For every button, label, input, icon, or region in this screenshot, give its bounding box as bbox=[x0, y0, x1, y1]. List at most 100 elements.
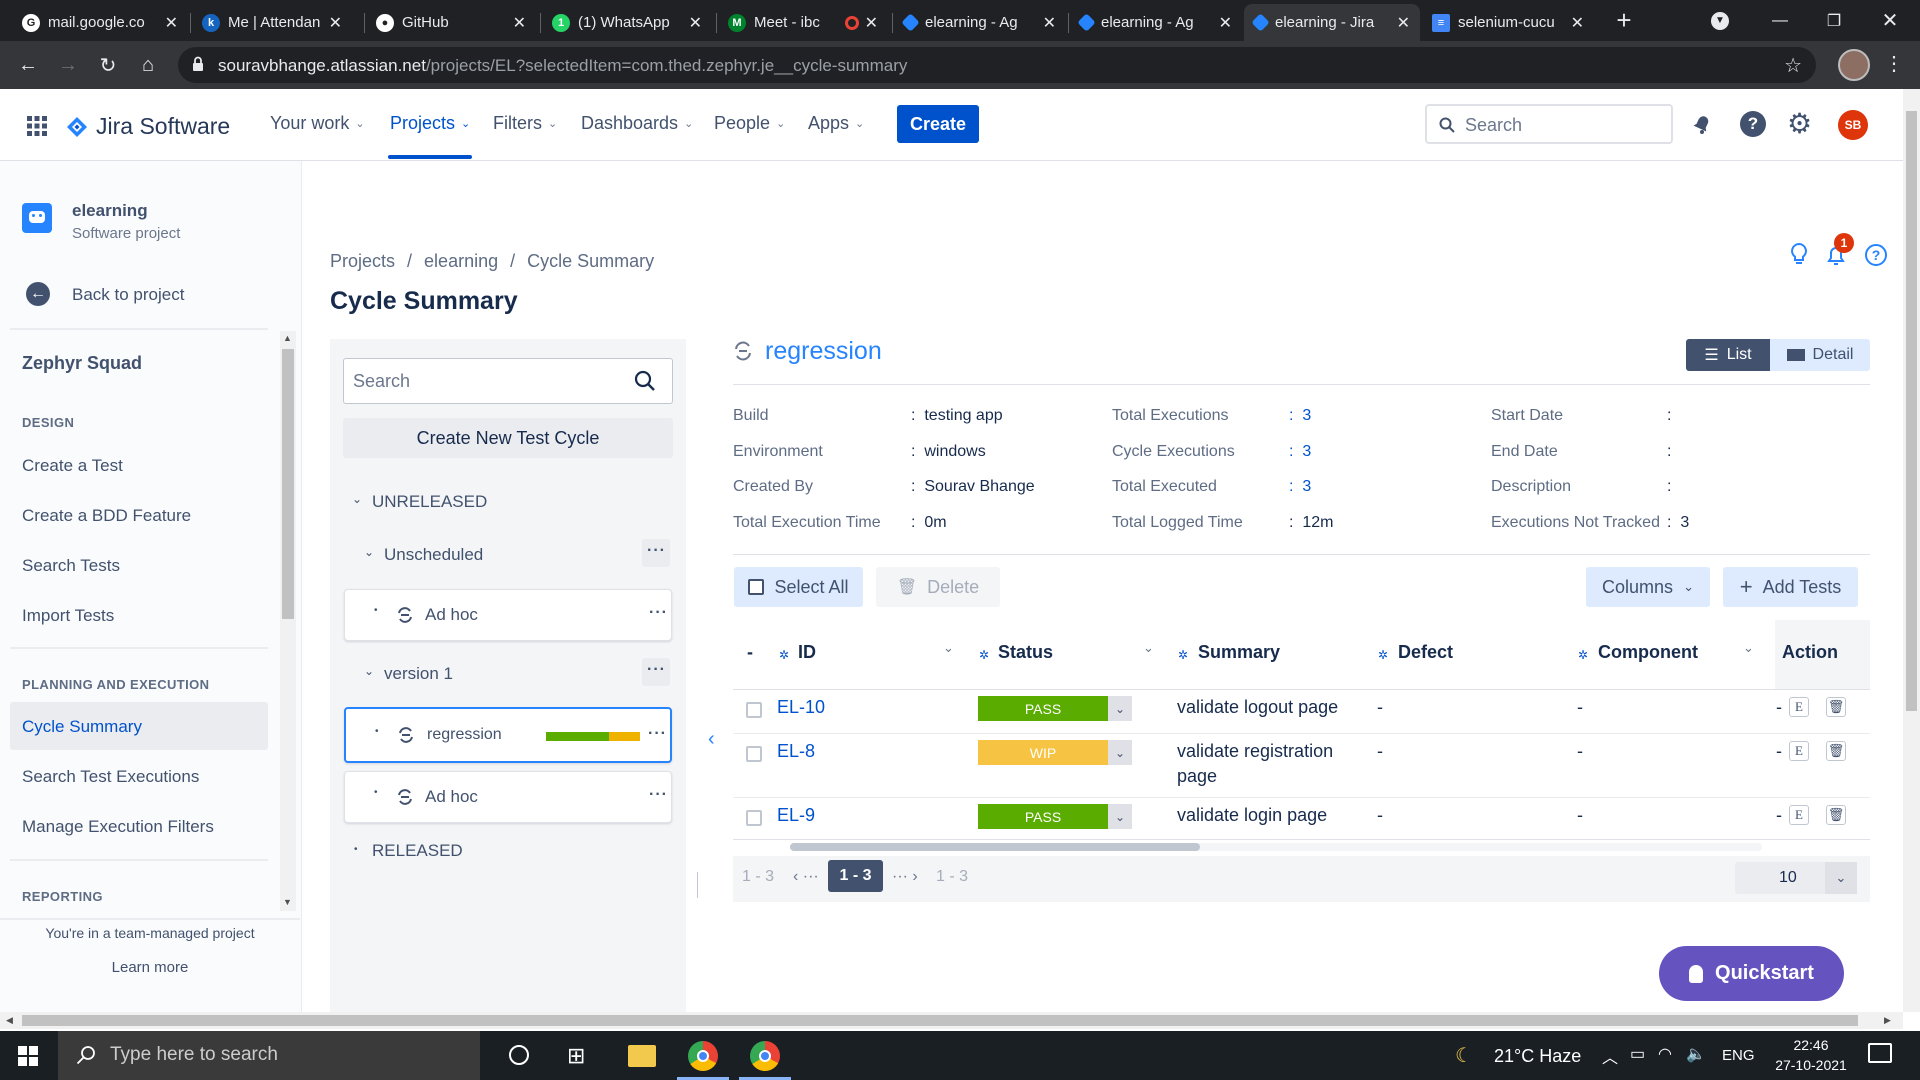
browser-tab[interactable]: elearning - Ag ✕ bbox=[1070, 4, 1242, 41]
create-button[interactable]: Create bbox=[897, 105, 979, 143]
row-checkbox[interactable] bbox=[746, 746, 762, 762]
close-tab-icon[interactable]: ✕ bbox=[165, 13, 178, 33]
help-icon[interactable]: ? bbox=[1740, 111, 1766, 137]
cycle-more-icon[interactable]: ··· bbox=[648, 725, 667, 743]
pagination-prev[interactable]: ‹ ··· bbox=[793, 868, 819, 886]
browser-tab-active[interactable]: elearning - Jira ✕ bbox=[1244, 4, 1420, 41]
home-icon[interactable]: ⌂ bbox=[132, 49, 164, 81]
learn-more-link[interactable]: Learn more bbox=[0, 959, 300, 976]
sort-chevron-icon[interactable]: ⌄ bbox=[1743, 640, 1754, 656]
header-defect[interactable]: Defect bbox=[1398, 642, 1453, 663]
browser-tab[interactable]: ≡ selenium-cucu ✕ bbox=[1422, 4, 1594, 41]
browser-tab[interactable]: G mail.google.co ✕ bbox=[12, 4, 188, 41]
sidebar-item-create-bdd-feature[interactable]: Create a BDD Feature bbox=[22, 506, 191, 526]
close-tab-icon[interactable]: ✕ bbox=[1571, 13, 1584, 33]
execute-icon[interactable]: E bbox=[1789, 697, 1809, 717]
cycle-more-icon[interactable]: ··· bbox=[649, 604, 668, 622]
sidebar-scrollbar[interactable]: ▲ ▼ bbox=[280, 331, 296, 911]
sidebar-item-search-test-executions[interactable]: Search Test Executions bbox=[22, 767, 199, 787]
page-scrollbar[interactable] bbox=[1903, 89, 1920, 1012]
volume-icon[interactable]: 🔈 bbox=[1686, 1044, 1706, 1064]
global-search-input[interactable]: Search bbox=[1425, 104, 1673, 144]
delete-button[interactable]: 🗑 Delete bbox=[876, 567, 1000, 607]
browser-tab[interactable]: k Me | Attendan ✕ bbox=[192, 4, 352, 41]
sidebar-item-search-tests[interactable]: Search Tests bbox=[22, 556, 120, 576]
pin-icon[interactable]: ✲ bbox=[1578, 648, 1588, 662]
notifications-icon[interactable] bbox=[1690, 112, 1714, 136]
cycle-more-icon[interactable]: ··· bbox=[649, 786, 668, 804]
pagination-current-page[interactable]: 1 - 3 bbox=[828, 860, 883, 892]
scroll-down-icon[interactable]: ▼ bbox=[283, 897, 292, 907]
row-checkbox[interactable] bbox=[746, 810, 762, 826]
sort-chevron-icon[interactable]: ⌄ bbox=[1143, 640, 1154, 656]
cycle-executions-value[interactable]: : 3 bbox=[1289, 443, 1311, 461]
unscheduled-more-button[interactable]: ··· bbox=[642, 539, 670, 567]
cycle-item-regression-selected[interactable]: • regression ··· bbox=[344, 707, 672, 763]
clock-date[interactable]: 27-10-2021 bbox=[1766, 1057, 1856, 1073]
breadcrumb-cycle-summary[interactable]: Cycle Summary bbox=[527, 251, 654, 272]
app-switcher-icon[interactable] bbox=[27, 116, 47, 136]
clock-time[interactable]: 22:46 bbox=[1766, 1037, 1856, 1053]
browser-tab[interactable]: elearning - Ag ✕ bbox=[894, 4, 1066, 41]
header-select[interactable]: - bbox=[747, 642, 753, 663]
browser-tab[interactable]: ● GitHub ✕ bbox=[366, 4, 536, 41]
status-badge[interactable]: PASS bbox=[978, 804, 1108, 829]
back-icon[interactable]: ← bbox=[12, 49, 44, 81]
sidebar-item-cycle-summary[interactable]: Cycle Summary bbox=[22, 717, 142, 737]
close-tab-icon[interactable]: ✕ bbox=[1397, 13, 1410, 33]
jira-logo[interactable]: Jira Software bbox=[66, 113, 230, 140]
status-dropdown-icon[interactable]: ⌄ bbox=[1108, 696, 1132, 721]
weather-text[interactable]: 21°C Haze bbox=[1494, 1046, 1581, 1067]
create-new-test-cycle-button[interactable]: Create New Test Cycle bbox=[343, 418, 673, 458]
total-executed-value[interactable]: : 3 bbox=[1289, 478, 1311, 496]
notification-center-icon[interactable] bbox=[1868, 1043, 1892, 1063]
close-tab-icon[interactable]: ✕ bbox=[513, 13, 526, 33]
pin-icon[interactable]: ✲ bbox=[979, 648, 989, 662]
released-group[interactable]: RELEASED bbox=[372, 841, 463, 861]
unscheduled-version[interactable]: Unscheduled bbox=[384, 545, 483, 565]
restore-icon[interactable]: ❐ bbox=[1806, 0, 1862, 41]
scroll-up-icon[interactable]: ▲ bbox=[283, 333, 292, 343]
close-tab-icon[interactable]: ✕ bbox=[865, 13, 878, 33]
nav-dashboards[interactable]: Dashboards ⌄ bbox=[581, 113, 693, 134]
browser-tab[interactable]: M Meet - ibc ✕ bbox=[718, 4, 888, 41]
bookmark-star-icon[interactable]: ☆ bbox=[1784, 53, 1802, 78]
windows-start-icon[interactable] bbox=[18, 1046, 38, 1066]
weather-icon[interactable]: ☾ bbox=[1455, 1043, 1473, 1068]
chrome-icon[interactable] bbox=[750, 1041, 780, 1071]
forward-icon[interactable]: → bbox=[52, 49, 84, 81]
header-component[interactable]: Component bbox=[1598, 642, 1698, 663]
page-horizontal-scrollbar[interactable]: ◀ ▶ bbox=[0, 1012, 1903, 1029]
execute-icon[interactable]: E bbox=[1789, 805, 1809, 825]
header-summary[interactable]: Summary bbox=[1198, 642, 1280, 663]
search-icon[interactable] bbox=[634, 370, 656, 392]
sidebar-scrollbar-thumb[interactable] bbox=[282, 349, 294, 619]
execute-icon[interactable]: E bbox=[1789, 741, 1809, 761]
user-avatar[interactable]: SB bbox=[1838, 110, 1868, 140]
status-badge[interactable]: PASS bbox=[978, 696, 1108, 721]
help-circle-icon[interactable]: ? bbox=[1865, 244, 1887, 266]
wifi-icon[interactable]: ◠ bbox=[1658, 1044, 1672, 1064]
total-executions-value[interactable]: : 3 bbox=[1289, 407, 1311, 425]
version-more-button[interactable]: ··· bbox=[642, 658, 670, 686]
task-view-icon[interactable]: ⊞ bbox=[567, 1043, 585, 1069]
collapse-unscheduled-icon[interactable]: ⌄ bbox=[364, 545, 374, 559]
table-scrollbar-thumb[interactable] bbox=[790, 843, 1200, 851]
close-tab-icon[interactable]: ✕ bbox=[1043, 13, 1056, 33]
version-1[interactable]: version 1 bbox=[384, 664, 453, 684]
columns-dropdown-button[interactable]: Columns ⌄ bbox=[1586, 567, 1710, 607]
profile-avatar[interactable] bbox=[1838, 49, 1870, 81]
quickstart-button[interactable]: Quickstart bbox=[1659, 946, 1844, 1001]
status-badge[interactable]: WIP bbox=[978, 740, 1108, 765]
pin-icon[interactable]: ✲ bbox=[1378, 648, 1388, 662]
scroll-right-icon[interactable]: ▶ bbox=[1884, 1015, 1891, 1026]
trash-icon[interactable]: 🗑 bbox=[1826, 805, 1846, 825]
project-name[interactable]: elearning bbox=[72, 201, 148, 221]
close-tab-icon[interactable]: ✕ bbox=[689, 13, 702, 33]
list-view-toggle[interactable]: ☰ List bbox=[1686, 339, 1770, 371]
cortana-icon[interactable] bbox=[509, 1045, 529, 1065]
nav-people[interactable]: People ⌄ bbox=[714, 113, 785, 134]
detail-view-toggle[interactable]: Detail bbox=[1770, 339, 1870, 371]
nav-your-work[interactable]: Your work ⌄ bbox=[270, 113, 365, 134]
status-dropdown-icon[interactable]: ⌄ bbox=[1108, 740, 1132, 765]
